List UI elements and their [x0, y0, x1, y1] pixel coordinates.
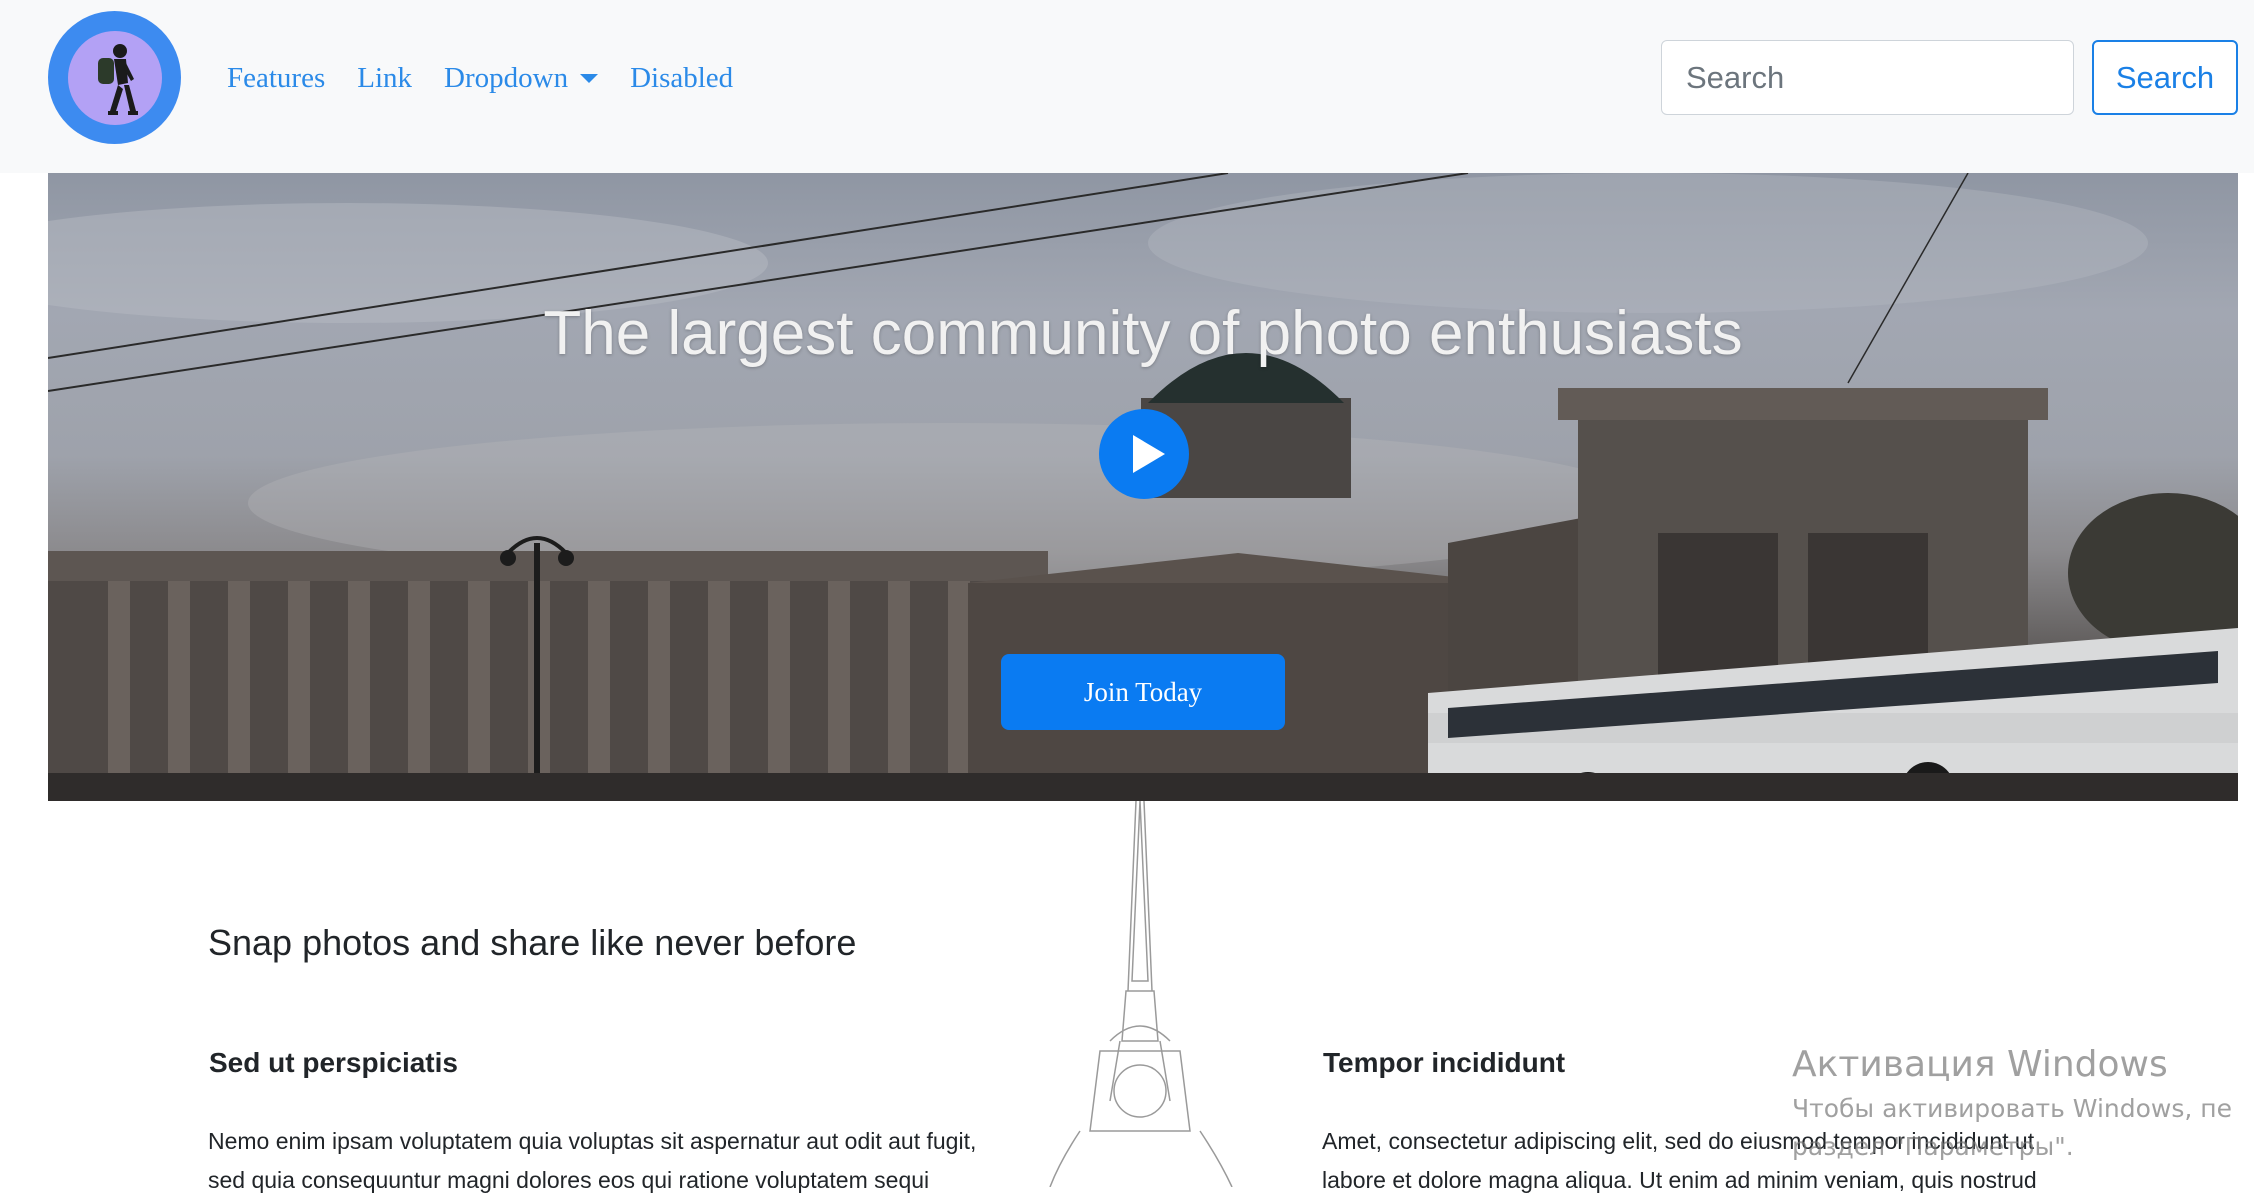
- play-icon: [1133, 435, 1165, 473]
- search-button[interactable]: Search: [2092, 40, 2238, 115]
- hiker-icon: [67, 30, 162, 125]
- hero-banner: The largest community of photo enthusias…: [48, 173, 2238, 801]
- section-heading: Snap photos and share like never before: [208, 922, 857, 963]
- windows-activation-watermark: Активация Windows Чтобы активировать Win…: [1792, 1040, 2254, 1166]
- spire-illustration: [1049, 801, 1233, 1187]
- brand-logo[interactable]: [48, 11, 181, 144]
- nav-link-features[interactable]: Features: [227, 58, 325, 98]
- join-today-button[interactable]: Join Today: [1001, 654, 1285, 730]
- watermark-line-1: Чтобы активировать Windows, пе: [1792, 1094, 2232, 1123]
- nav-link-link[interactable]: Link: [357, 58, 412, 98]
- search-input[interactable]: [1661, 40, 2074, 115]
- hero-title: The largest community of photo enthusias…: [543, 299, 1743, 368]
- nav-dropdown[interactable]: Dropdown: [444, 58, 599, 98]
- nav-link-disabled: Disabled: [630, 62, 734, 94]
- watermark-title: Активация Windows: [1792, 1044, 2168, 1085]
- navbar: Features Link Dropdown Disabled Search: [0, 0, 2254, 173]
- play-button[interactable]: [1099, 409, 1189, 499]
- watermark-line-2: раздел "Параметры".: [1792, 1132, 2074, 1161]
- nav-dropdown-label: Dropdown: [444, 62, 569, 94]
- feature-title-right: Tempor incididunt: [1323, 1047, 1566, 1078]
- nav-links: Features Link Dropdown Disabled: [227, 58, 765, 98]
- caret-down-icon: [580, 73, 599, 83]
- feature-title-left: Sed ut perspiciatis: [209, 1047, 458, 1078]
- feature-text-left: Nemo enim ipsam voluptatem quia voluptas…: [208, 1128, 977, 1193]
